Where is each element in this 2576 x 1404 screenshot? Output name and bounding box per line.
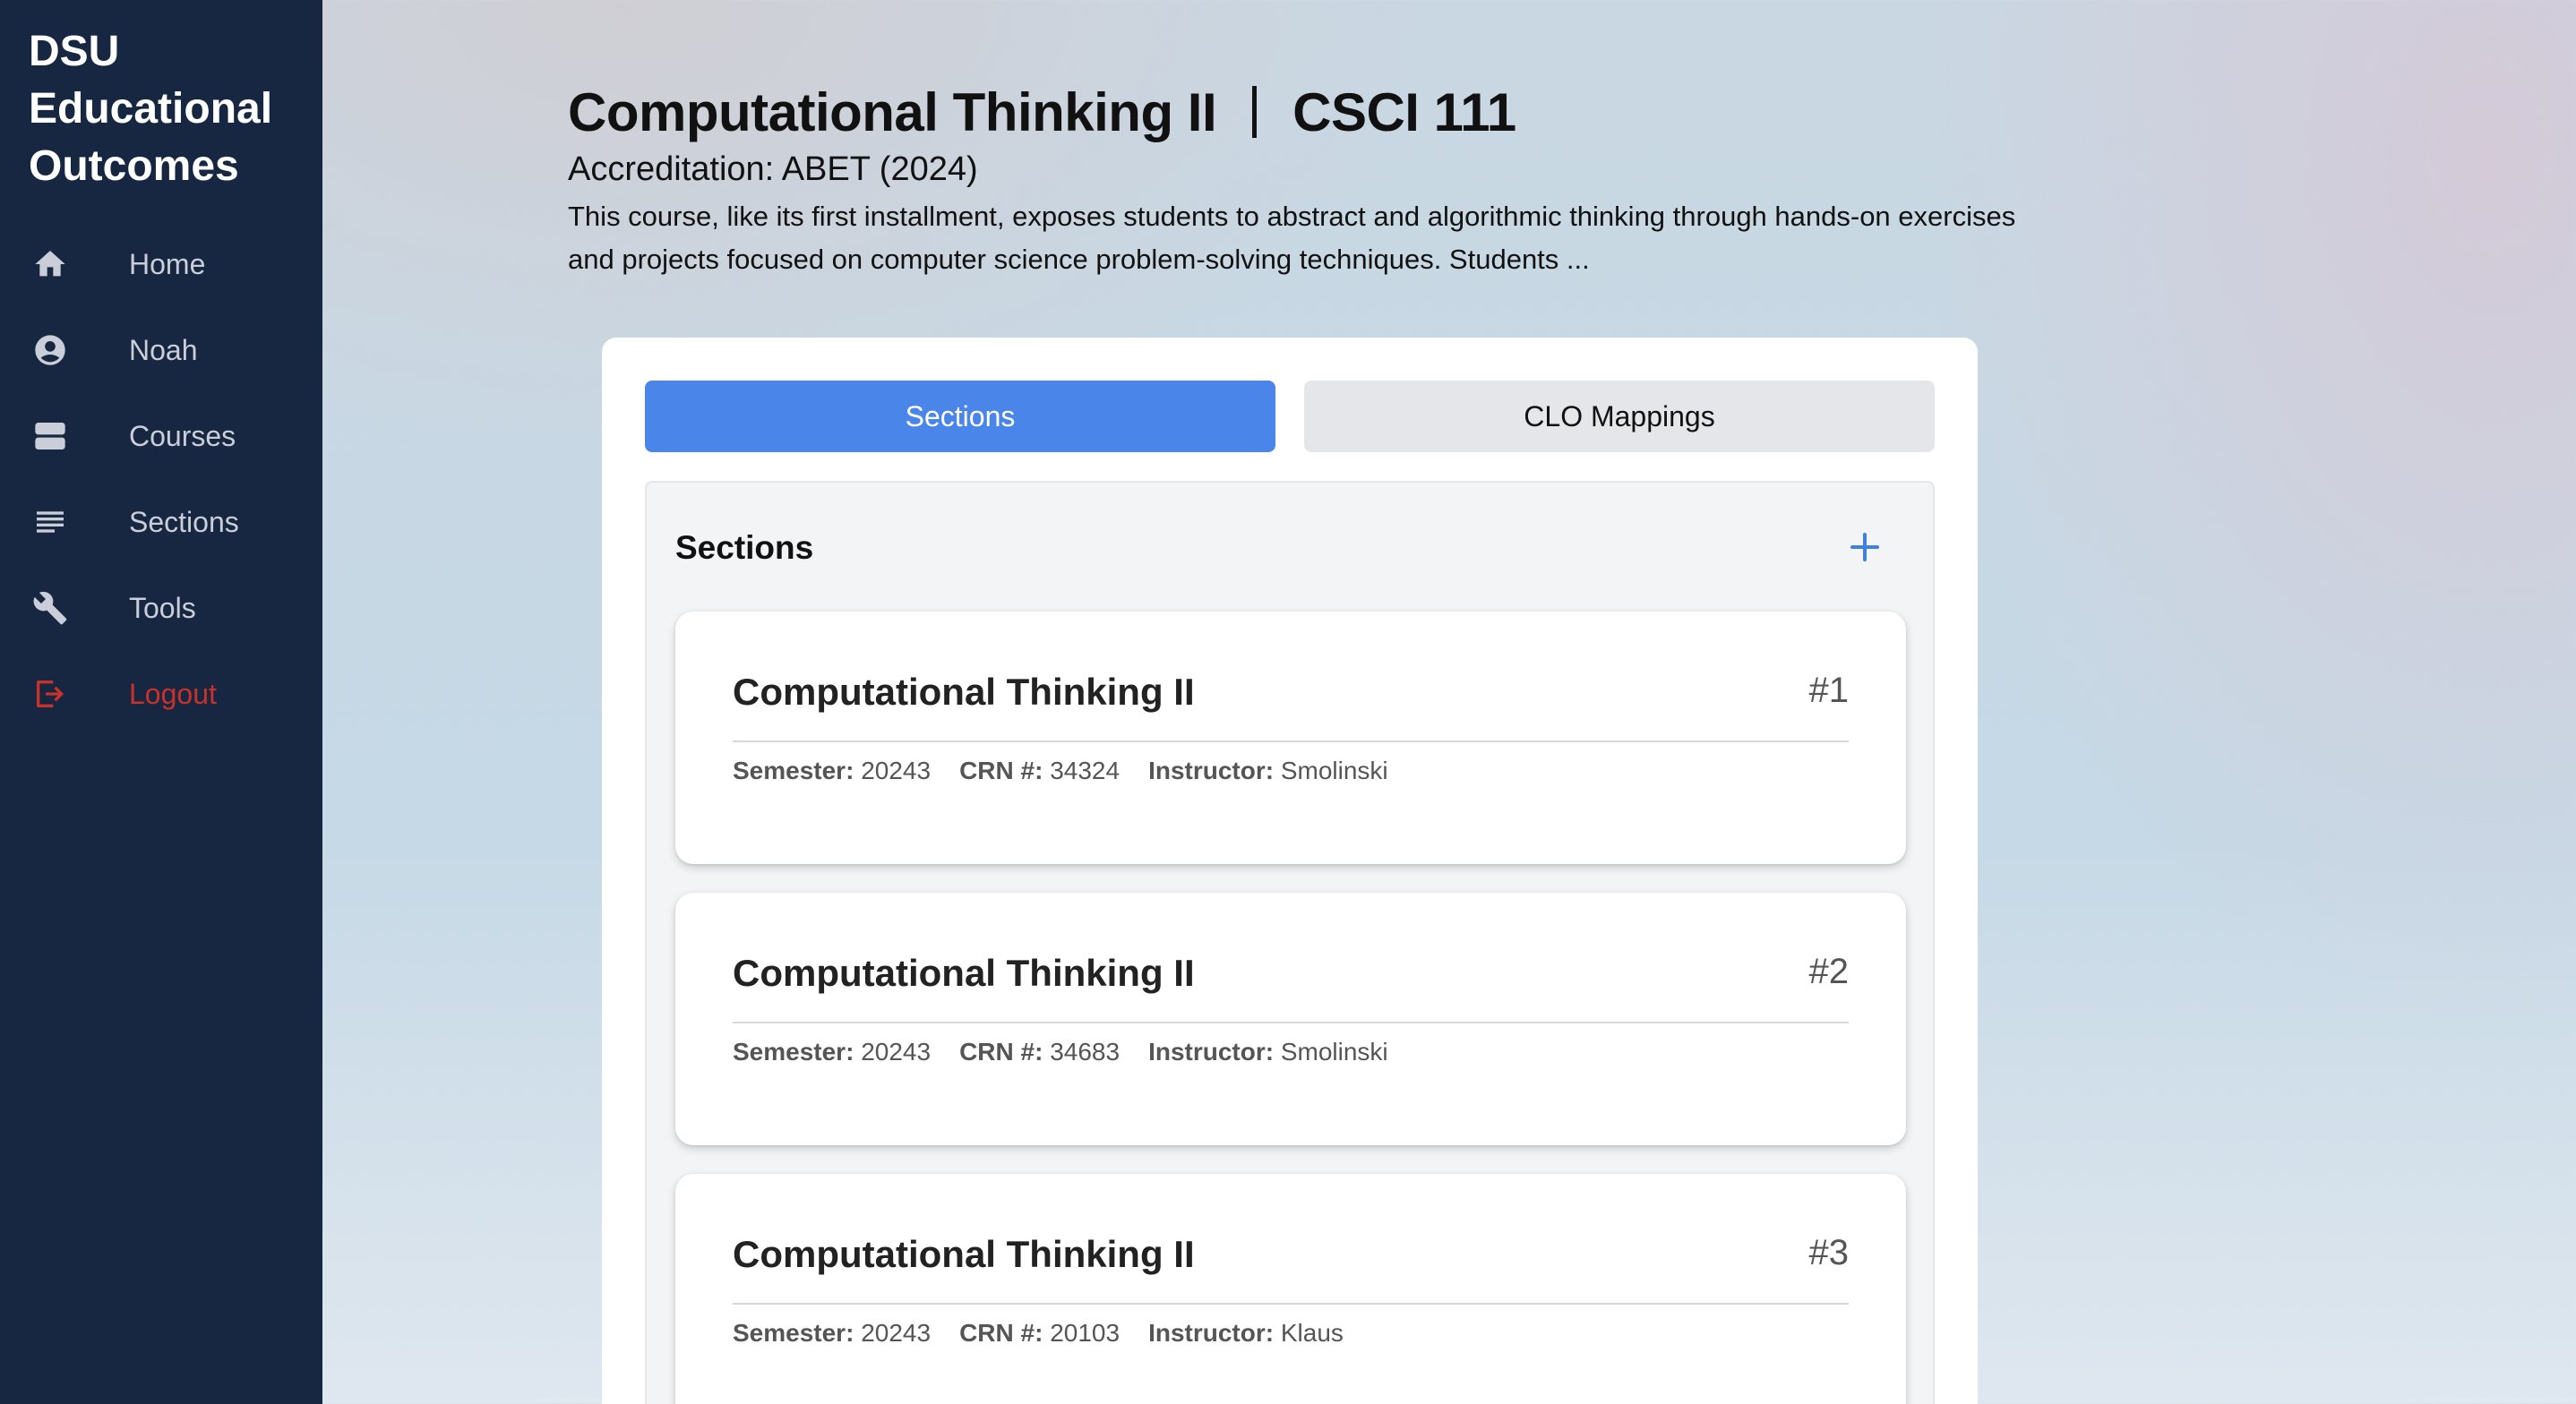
sidebar-item-home[interactable]: Home [0, 221, 322, 307]
section-number: #2 [1808, 952, 1850, 991]
semester-value: 20243 [861, 1038, 932, 1066]
crn-value: 20103 [1050, 1319, 1121, 1347]
semester-field: Semester: 20243 [733, 757, 931, 785]
instructor-field: Instructor: Klaus [1148, 1319, 1344, 1348]
section-number: #1 [1808, 671, 1850, 710]
instructor-label: Instructor: [1148, 1319, 1275, 1347]
home-icon [30, 244, 70, 284]
semester-value: 20243 [861, 757, 932, 784]
section-card[interactable]: Computational Thinking II #2 Semester: 2… [675, 893, 1906, 1145]
tab-sections[interactable]: Sections [645, 381, 1275, 452]
instructor-value: Smolinski [1280, 757, 1388, 784]
accreditation-text: Accreditation: ABET (2024) [568, 150, 978, 188]
sidebar-nav: Home Noah Courses Sections Tools Logout [0, 221, 322, 737]
courses-icon [30, 416, 70, 456]
section-title: Computational Thinking II [733, 952, 1195, 994]
list-icon [30, 502, 70, 542]
section-title: Computational Thinking II [733, 671, 1195, 713]
section-card[interactable]: Computational Thinking II #1 Semester: 2… [675, 612, 1906, 864]
wrench-icon [30, 588, 70, 628]
sidebar-item-label: Courses [129, 419, 236, 452]
section-meta: Semester: 20243 CRN #: 20103 Instructor:… [733, 1319, 1372, 1348]
section-meta: Semester: 20243 CRN #: 34683 Instructor:… [733, 1038, 1417, 1066]
page-title: Computational Thinking II CSCI 111 [568, 79, 2037, 147]
course-code: CSCI 111 [1292, 82, 1516, 142]
section-title: Computational Thinking II [733, 1233, 1195, 1275]
instructor-field: Instructor: Smolinski [1148, 1038, 1388, 1066]
course-name: Computational Thinking II [568, 82, 1217, 142]
crn-field: CRN #: 34683 [959, 1038, 1120, 1066]
semester-field: Semester: 20243 [733, 1319, 931, 1348]
brand-title: DSU Educational Outcomes [29, 23, 315, 195]
sidebar-item-tools[interactable]: Tools [0, 565, 322, 651]
sidebar-item-label: Sections [129, 505, 239, 538]
sidebar-item-label: Logout [129, 677, 217, 710]
sidebar-item-logout[interactable]: Logout [0, 651, 322, 737]
crn-value: 34324 [1050, 757, 1121, 784]
divider [733, 741, 1849, 742]
tab-bar: Sections CLO Mappings [645, 381, 1935, 452]
brand-line: DSU [29, 28, 120, 75]
brand-line: Educational [29, 85, 273, 133]
plus-icon [1850, 533, 1879, 561]
tab-clo-mappings[interactable]: CLO Mappings [1304, 381, 1935, 452]
sidebar: DSU Educational Outcomes Home Noah Cours… [0, 0, 322, 1404]
sidebar-item-profile[interactable]: Noah [0, 307, 322, 393]
instructor-value: Smolinski [1280, 1038, 1388, 1066]
sections-heading: Sections [675, 529, 814, 566]
crn-value: 34683 [1050, 1038, 1121, 1066]
divider [733, 1022, 1849, 1023]
logout-icon [30, 674, 70, 714]
instructor-label: Instructor: [1148, 1038, 1275, 1066]
sidebar-item-label: Noah [129, 333, 198, 366]
crn-field: CRN #: 34324 [959, 757, 1120, 785]
sidebar-item-label: Tools [129, 591, 196, 624]
sections-container: Sections Computational Thinking II #1 Se… [645, 481, 1935, 1404]
semester-field: Semester: 20243 [733, 1038, 931, 1066]
semester-label: Semester: [733, 1319, 854, 1347]
crn-label: CRN #: [959, 1319, 1043, 1347]
crn-label: CRN #: [959, 1038, 1043, 1066]
title-divider [1252, 86, 1258, 138]
course-panel: Sections CLO Mappings Sections Computati… [602, 338, 1978, 1404]
instructor-label: Instructor: [1148, 757, 1275, 784]
sidebar-item-courses[interactable]: Courses [0, 393, 322, 479]
sidebar-item-sections[interactable]: Sections [0, 479, 322, 565]
course-description: This course, like its first installment,… [568, 201, 2016, 275]
add-section-button[interactable] [1843, 526, 1886, 569]
user-circle-icon [30, 330, 70, 370]
course-header: Computational Thinking II CSCI 111 Accred… [568, 79, 2037, 281]
brand-line: Outcomes [29, 142, 239, 190]
section-number: #3 [1808, 1233, 1850, 1272]
semester-value: 20243 [861, 1319, 932, 1347]
crn-field: CRN #: 20103 [959, 1319, 1120, 1348]
semester-label: Semester: [733, 1038, 854, 1066]
instructor-value: Klaus [1280, 1319, 1344, 1347]
semester-label: Semester: [733, 757, 854, 784]
section-meta: Semester: 20243 CRN #: 34324 Instructor:… [733, 757, 1417, 785]
sidebar-item-label: Home [129, 247, 206, 280]
divider [733, 1303, 1849, 1305]
instructor-field: Instructor: Smolinski [1148, 757, 1388, 785]
crn-label: CRN #: [959, 757, 1043, 784]
section-card[interactable]: Computational Thinking II #3 Semester: 2… [675, 1174, 1906, 1404]
